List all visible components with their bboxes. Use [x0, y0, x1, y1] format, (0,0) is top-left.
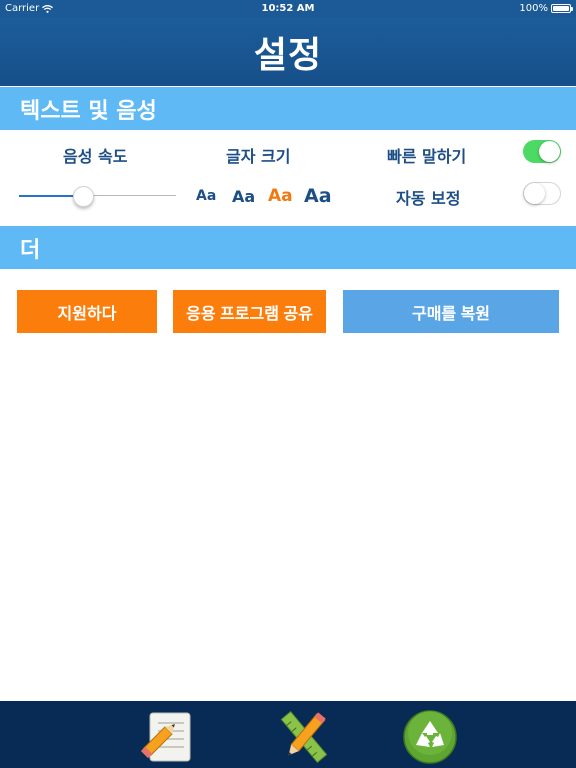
navigation-header: 설정	[0, 18, 576, 86]
support-button[interactable]: 지원하다	[17, 290, 157, 333]
status-time: 10:52 AM	[261, 3, 315, 14]
share-app-button[interactable]: 응용 프로그램 공유	[173, 290, 326, 333]
battery-status: 100%	[519, 3, 573, 14]
toggle-knob	[539, 141, 560, 162]
fast-speech-toggle[interactable]	[523, 140, 561, 163]
tab-tools[interactable]	[276, 709, 332, 765]
tab-notes[interactable]	[138, 709, 194, 765]
font-size-option-3[interactable]: Aa	[268, 186, 293, 206]
slider-track-empty	[83, 195, 176, 196]
recycle-icon	[403, 710, 457, 764]
section-header-more: 더	[0, 226, 576, 269]
tab-recycle[interactable]	[402, 709, 458, 765]
status-bar: Carrier 10:52 AM 100%	[0, 0, 576, 18]
page-title: 설정	[253, 35, 323, 76]
ruler-pencil-icon	[280, 710, 328, 764]
restore-purchase-button[interactable]: 구매를 복원	[343, 290, 559, 333]
font-size-label: 글자 크기	[226, 147, 291, 166]
font-size-option-1[interactable]: Aa	[196, 188, 216, 204]
auto-correct-toggle[interactable]	[523, 182, 561, 205]
tab-bar	[0, 701, 576, 768]
battery-percent: 100%	[519, 3, 548, 14]
fast-speech-label: 빠른 말하기	[387, 147, 467, 166]
font-size-option-2[interactable]: Aa	[232, 187, 255, 206]
font-size-option-4[interactable]: Aa	[304, 185, 332, 207]
toggle-knob	[524, 183, 545, 204]
notes-pencil-icon	[140, 712, 191, 762]
battery-icon	[551, 4, 573, 13]
slider-thumb[interactable]	[73, 186, 94, 207]
auto-correct-label: 자동 보정	[396, 189, 461, 208]
settings-screen: Carrier 10:52 AM 100% 설정 텍스트 및 음성 음성 속도 …	[0, 0, 576, 768]
section-header-text-voice: 텍스트 및 음성	[0, 87, 576, 130]
voice-speed-label: 음성 속도	[63, 147, 128, 166]
voice-speed-slider[interactable]	[19, 186, 176, 207]
